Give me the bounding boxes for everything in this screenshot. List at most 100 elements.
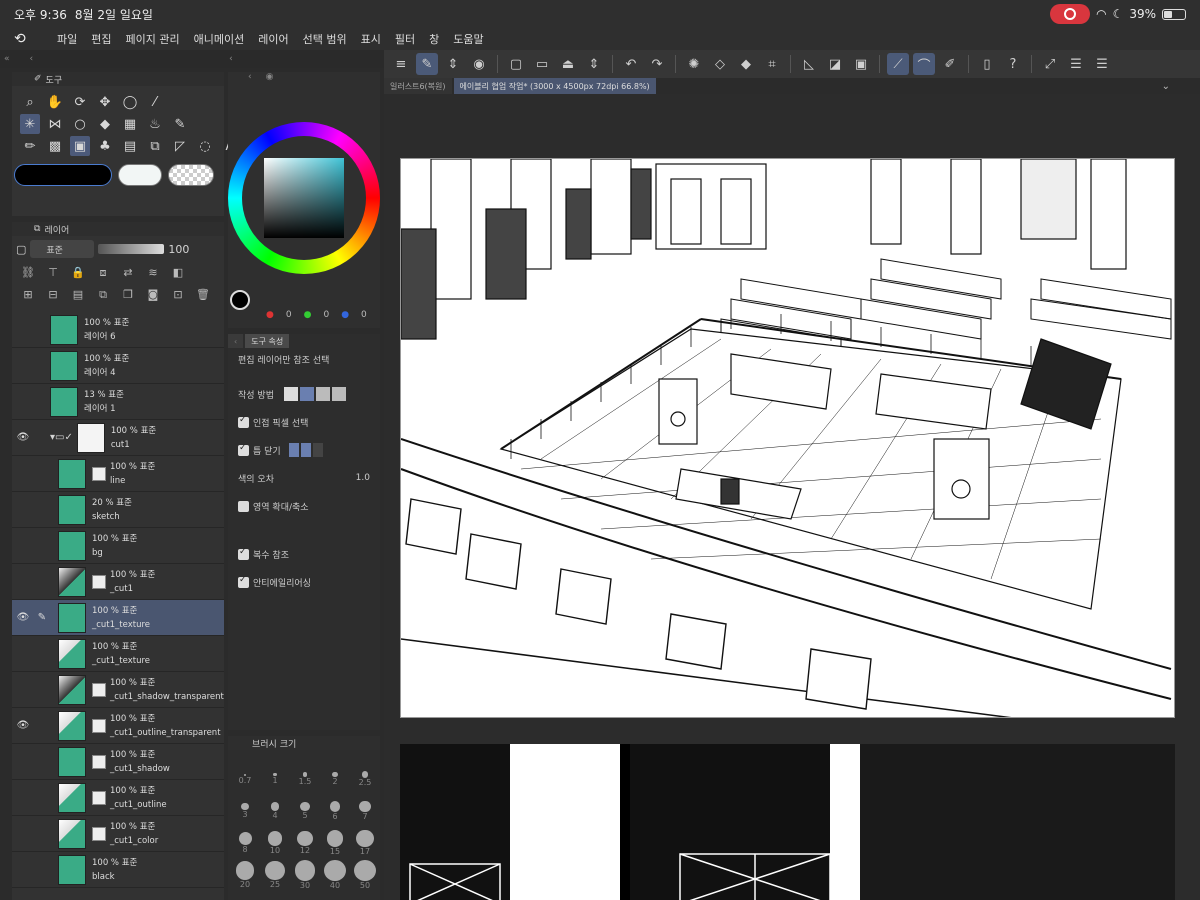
grid-icon[interactable]: ▦ [120,114,140,134]
sub-color-chip[interactable] [118,164,162,186]
layer-mask-icon[interactable] [92,574,106,589]
brush-size-option[interactable]: 1.5 [290,764,320,794]
layer-mask-icon[interactable] [92,682,106,697]
invert-icon[interactable]: ◪ [824,53,846,75]
brush-size-option[interactable]: 8 [230,828,260,858]
ruler-icon[interactable]: ⟋ [887,53,909,75]
mode-subtract-icon[interactable] [315,387,330,401]
menu-icon[interactable]: ≡ [390,53,412,75]
crop-icon[interactable]: ▣ [850,53,872,75]
menu-selection[interactable]: 선택 범위 [296,31,354,47]
drops-icon[interactable]: ♨ [145,114,165,134]
brush-size-option[interactable]: 15 [320,828,350,858]
brush-size-option[interactable]: 40 [320,860,350,890]
edit-icon[interactable]: ✎ [416,53,438,75]
transform-icon[interactable]: ⌗ [761,53,783,75]
menu-file[interactable]: 파일 [50,31,84,47]
mask-icon[interactable]: ◙ [143,288,163,302]
apply-mask-icon[interactable]: ⊡ [168,288,188,302]
brush-size-option[interactable]: 2 [320,764,350,794]
draft-icon[interactable]: ≋ [143,266,163,280]
layer-row[interactable]: 👁 100 % 표준 _cut1_outline_transparent [12,708,224,744]
multi-ref-checkbox[interactable] [238,547,249,560]
brush-size-option[interactable]: 25 [260,860,290,890]
pattern-icon[interactable]: ▩ [45,136,65,156]
layer-row[interactable]: 100 % 표준 bg [12,528,224,564]
magic-wand-icon[interactable]: ✳ [20,114,40,134]
pencil-icon[interactable]: ✏ [20,136,40,156]
brush-size-option[interactable]: 20 [230,860,260,890]
collapse-arrow-icon[interactable]: ‹ [30,54,34,64]
mode-add-icon[interactable] [299,387,314,401]
app-logo-icon[interactable]: ⟲ [14,31,50,47]
clear-icon[interactable]: ◇ [709,53,731,75]
brush-size-option[interactable]: 1 [260,764,290,794]
expand-checkbox[interactable] [238,500,249,512]
undo-icon[interactable]: ↶ [620,53,642,75]
brush-size-option[interactable]: 4 [260,796,290,826]
tab-document[interactable]: 일러스트6(복원) [384,78,452,94]
checkbox-icon[interactable]: ▢ [16,243,26,256]
eyedropper-icon[interactable]: ⁄ [145,92,165,112]
layer-row[interactable]: 100 % 표준 레이어 6 [12,312,224,348]
layer-mask-icon[interactable] [92,754,106,769]
tab-document-active[interactable]: 에이블리 협업 작업* (3000 x 4500px 72dpi 66.8%) [453,78,656,94]
canvas-area[interactable] [384,94,1200,900]
deselect-icon[interactable]: ◺ [798,53,820,75]
color-mode-icon[interactable]: ◉ [266,72,274,86]
new-folder-icon[interactable]: ▤ [68,288,88,302]
fullscreen-icon[interactable]: ⤢ [1039,53,1061,75]
menu-view[interactable]: 표시 [354,31,388,47]
menu-page[interactable]: 페이지 관리 [119,31,187,47]
pen-icon[interactable]: ✐ [939,53,961,75]
gradient-icon[interactable]: ▤ [120,136,140,156]
zoom-icon[interactable]: ⌕ [20,92,40,112]
antialias-checkbox[interactable] [238,575,249,588]
layer-row[interactable]: 100 % 표준 _cut1 [12,564,224,600]
layers-icon[interactable]: ⧉ [145,136,165,156]
balloon-icon[interactable]: ◌ [195,136,215,156]
circle-icon[interactable]: ○ [70,114,90,134]
new-file-icon[interactable]: ▢ [505,53,527,75]
close-gap-checkbox[interactable] [238,443,249,456]
lock-alpha-icon[interactable]: ⧈ [93,266,113,280]
layer-row[interactable]: 100 % 표준 line [12,456,224,492]
merge-icon[interactable]: ⧉ [93,288,113,302]
opacity-value[interactable]: 100 [168,243,189,256]
brush-size-option[interactable]: 17 [350,828,380,858]
layer-row[interactable]: 13 % 표준 레이어 1 [12,384,224,420]
chevron-down-icon[interactable]: ⌄ [1162,81,1170,92]
move-icon[interactable]: ✥ [95,92,115,112]
lock-icon[interactable]: 🔒 [68,266,88,280]
layer-mask-icon[interactable] [92,466,106,481]
tab-tool-property[interactable]: 도구 속성 [245,334,290,348]
layer-row[interactable]: 100 % 표준 _cut1_color [12,816,224,852]
brush-size-option[interactable]: 10 [260,828,290,858]
layer-mask-icon[interactable] [92,718,106,733]
menu-layer[interactable]: 레이어 [251,31,295,47]
current-color-swatch[interactable] [230,290,250,310]
brush-size-option[interactable]: 0.7 [230,764,260,794]
blend-mode-select[interactable]: 표준 [30,240,95,258]
eraser-icon[interactable]: ◆ [95,114,115,134]
menu-edit[interactable]: 편집 [84,31,118,47]
layer-row[interactable]: 👁 ✎ 100 % 표준 _cut1_texture [12,600,224,636]
layer-mask-icon[interactable] [92,790,106,805]
curve-icon[interactable]: ⌒ [913,53,935,75]
collapse-arrow-icon[interactable]: ‹ [248,72,252,86]
phone-icon[interactable]: ▯ [976,53,998,75]
brush-icon[interactable]: ✎ [170,114,190,134]
copy-icon[interactable]: ❐ [118,288,138,302]
layer-mask-icon[interactable] [92,826,106,841]
saturation-value-box[interactable] [264,158,344,238]
save-icon[interactable]: ⏏ [557,53,579,75]
layer-row[interactable]: 100 % 표준 _cut1_shadow_transparent [12,672,224,708]
tolerance-value[interactable]: 1.0 [356,473,370,483]
list-icon[interactable]: ☰ [1091,53,1113,75]
brush-size-option[interactable]: 30 [290,860,320,890]
brush-size-option[interactable]: 6 [320,796,350,826]
new-layer-icon[interactable]: ⊞ [18,288,38,302]
screen-record-icon[interactable] [1050,4,1091,24]
menu-help[interactable]: 도움말 [446,31,490,47]
courtroom-illustration[interactable] [400,158,1175,718]
